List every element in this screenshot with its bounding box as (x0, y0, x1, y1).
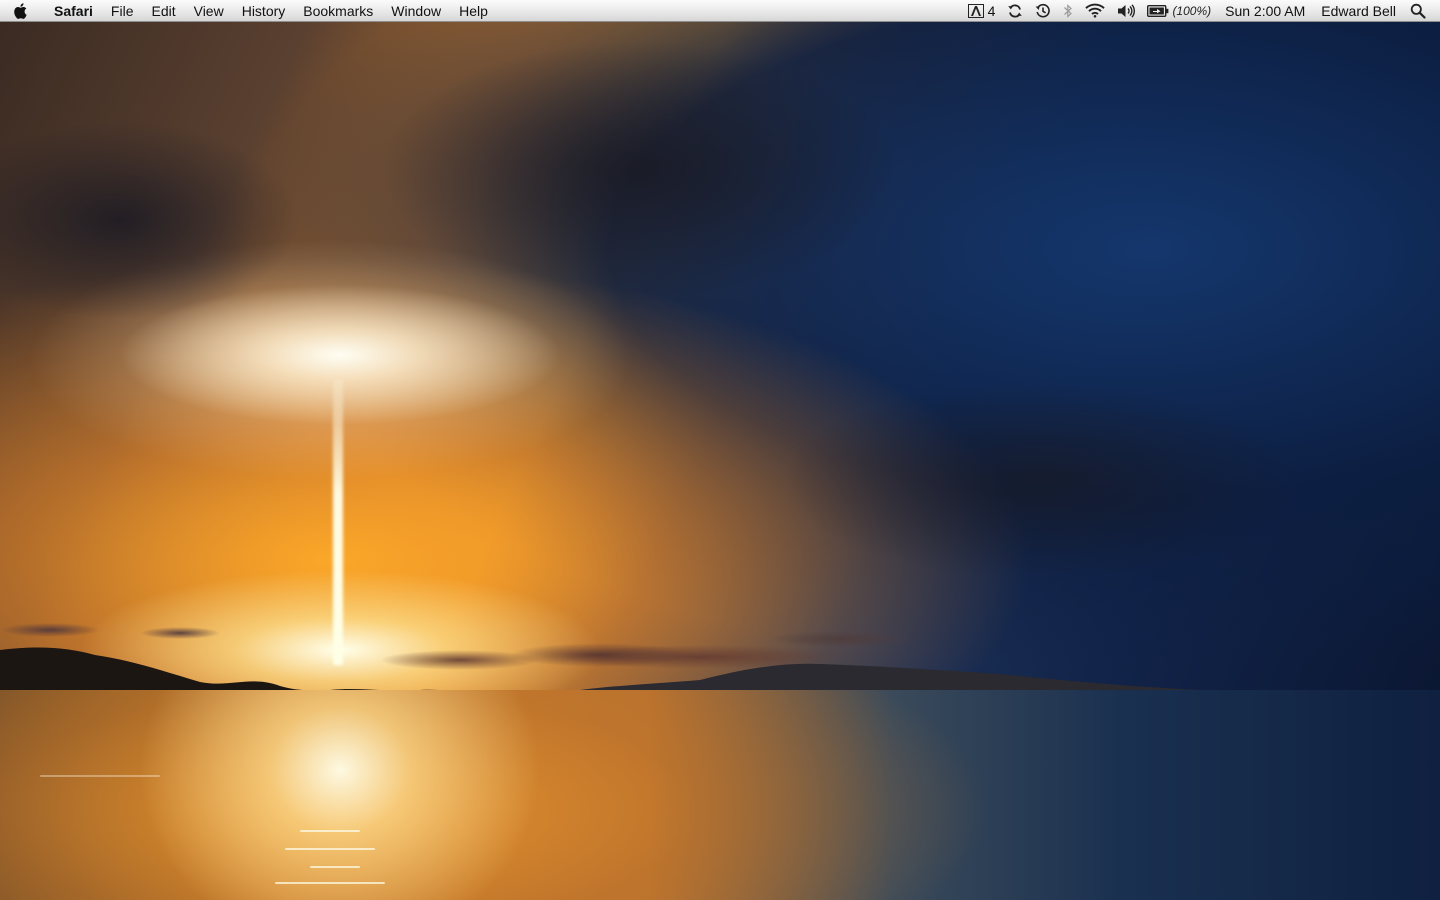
bluetooth-icon (1063, 3, 1073, 19)
wifi-menu[interactable] (1079, 0, 1111, 22)
volume-menu[interactable] (1111, 0, 1141, 22)
adobe-updates-count: 4 (987, 2, 996, 19)
battery-charging-icon (1147, 4, 1169, 17)
apple-logo-icon[interactable] (0, 0, 40, 22)
menu-app-safari[interactable]: Safari (40, 0, 102, 22)
sync-menu[interactable] (1001, 0, 1029, 22)
water-reflection (0, 690, 1440, 900)
wifi-icon (1085, 3, 1106, 18)
battery-percentage: (100%) (1172, 3, 1212, 18)
water-ripple (275, 882, 385, 884)
menu-bar: Safari File Edit View History Bookmarks … (0, 0, 1440, 22)
menu-bar-left: Safari File Edit View History Bookmarks … (0, 0, 497, 22)
fast-user-switch-menu[interactable]: Edward Bell (1313, 0, 1404, 22)
menu-help[interactable]: Help (450, 0, 497, 22)
menu-bar-status-area: 4 (100%) Sun 2:00 AM Edward Bell (962, 0, 1440, 22)
adobe-updater-menu[interactable]: 4 (962, 0, 1002, 22)
menu-view[interactable]: View (185, 0, 233, 22)
menu-window[interactable]: Window (382, 0, 450, 22)
battery-menu[interactable]: (100%) (1141, 0, 1217, 22)
water-ripple (310, 866, 360, 868)
menu-clock[interactable]: Sun 2:00 AM (1217, 0, 1313, 22)
adobe-updater-icon (967, 3, 984, 18)
storm-cloud (780, 380, 1300, 580)
water-ripple (40, 775, 160, 777)
menu-bookmarks[interactable]: Bookmarks (294, 0, 382, 22)
sync-icon (1007, 3, 1023, 19)
spotlight-search-icon (1410, 3, 1426, 19)
spotlight-button[interactable] (1404, 0, 1432, 22)
storm-cloud (380, 40, 900, 300)
menu-history[interactable]: History (233, 0, 295, 22)
menu-edit[interactable]: Edit (142, 0, 184, 22)
desktop-wallpaper (0, 0, 1440, 900)
time-machine-icon (1035, 3, 1051, 19)
menu-file[interactable]: File (102, 0, 143, 22)
water-ripple (300, 830, 360, 832)
bluetooth-menu[interactable] (1057, 0, 1079, 22)
water-ripple (285, 848, 375, 850)
time-machine-menu[interactable] (1029, 0, 1057, 22)
volume-icon (1117, 3, 1136, 19)
